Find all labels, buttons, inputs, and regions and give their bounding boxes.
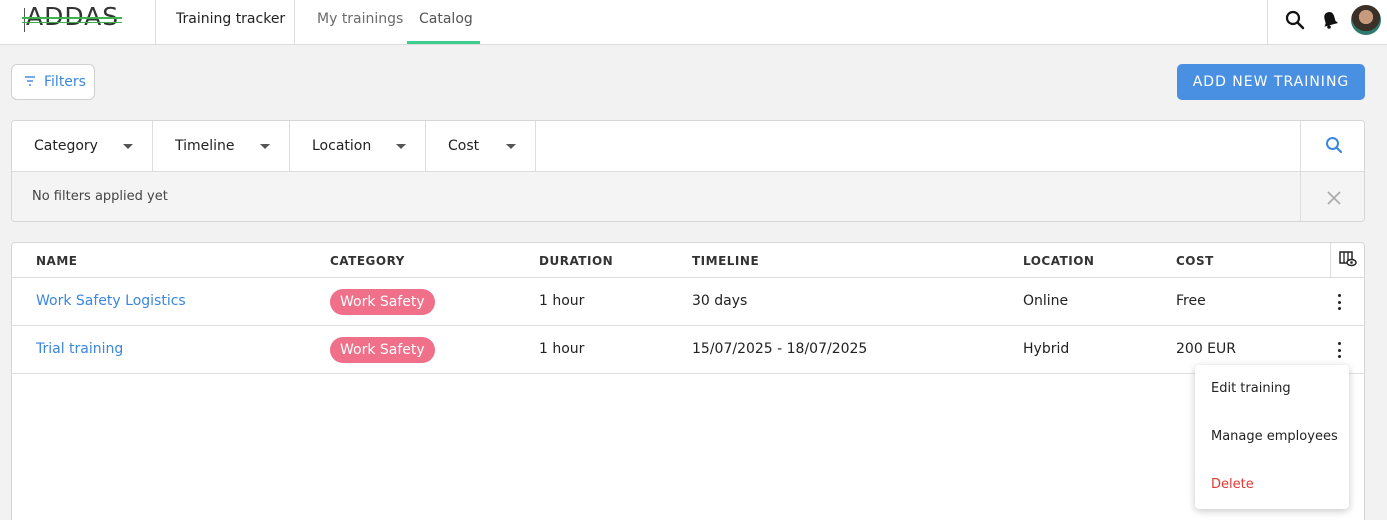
column-header-category[interactable]: CATEGORY xyxy=(330,254,405,268)
timeline-cell: 15/07/2025 - 18/07/2025 xyxy=(692,341,868,357)
tab-my-trainings[interactable]: My trainings xyxy=(317,11,403,27)
trainings-table: NAME CATEGORY DURATION TIMELINE LOCATION… xyxy=(11,242,1365,520)
filter-panel: Category Timeline Location Cost No filte… xyxy=(11,120,1365,222)
training-name-link[interactable]: Trial training xyxy=(36,341,123,357)
app-title: Training tracker xyxy=(176,11,286,27)
filter-row: Category Timeline Location Cost xyxy=(12,121,1364,172)
filter-status-text: No filters applied yet xyxy=(32,189,168,204)
add-new-training-button[interactable]: ADD NEW TRAINING xyxy=(1177,64,1365,100)
column-header-location[interactable]: LOCATION xyxy=(1023,254,1094,268)
column-header-name[interactable]: NAME xyxy=(36,254,77,268)
dropdown-label: Category xyxy=(34,138,98,154)
menu-item-manage-employees[interactable]: Manage employees xyxy=(1211,429,1338,444)
menu-item-edit-training[interactable]: Edit training xyxy=(1211,381,1291,396)
filter-search-button[interactable] xyxy=(1300,121,1364,172)
filters-button[interactable]: Filters xyxy=(11,64,95,100)
more-actions-icon[interactable] xyxy=(1332,340,1346,360)
location-dropdown[interactable]: Location xyxy=(290,121,426,172)
divider xyxy=(155,0,156,45)
chevron-down-icon xyxy=(260,144,270,149)
active-tab-indicator xyxy=(407,41,480,44)
menu-item-delete[interactable]: Delete xyxy=(1211,477,1254,492)
category-badge: Work Safety xyxy=(330,337,435,363)
chevron-down-icon xyxy=(123,144,133,149)
cost-dropdown[interactable]: Cost xyxy=(426,121,536,172)
chevron-down-icon xyxy=(396,144,406,149)
divider xyxy=(1267,0,1268,45)
chevron-down-icon xyxy=(506,144,516,149)
tab-catalog[interactable]: Catalog xyxy=(419,11,473,27)
search-icon[interactable] xyxy=(1284,8,1306,32)
filter-icon xyxy=(24,74,36,90)
dropdown-label: Location xyxy=(312,138,372,154)
filters-label: Filters xyxy=(44,74,86,90)
category-dropdown[interactable]: Category xyxy=(12,121,153,172)
duration-cell: 1 hour xyxy=(539,341,585,357)
timeline-cell: 30 days xyxy=(692,293,748,309)
dropdown-label: Cost xyxy=(448,138,480,154)
divider xyxy=(294,0,295,45)
more-actions-icon[interactable] xyxy=(1332,292,1346,312)
duration-cell: 1 hour xyxy=(539,293,585,309)
location-cell: Online xyxy=(1023,293,1069,309)
timeline-dropdown[interactable]: Timeline xyxy=(153,121,290,172)
column-header-timeline[interactable]: TIMELINE xyxy=(692,254,759,268)
training-name-link[interactable]: Work Safety Logistics xyxy=(36,293,186,309)
column-visibility-button[interactable] xyxy=(1330,243,1364,278)
close-icon xyxy=(1326,186,1341,210)
clear-filters-button[interactable] xyxy=(1300,172,1364,221)
table-row: Trial training Work Safety 1 hour 15/07/… xyxy=(12,326,1364,374)
column-header-cost[interactable]: COST xyxy=(1176,254,1214,268)
location-cell: Hybrid xyxy=(1023,341,1070,357)
avatar[interactable] xyxy=(1351,5,1381,35)
columns-eye-icon xyxy=(1338,250,1357,271)
logo[interactable]: ADDAS xyxy=(22,2,132,34)
column-header-duration[interactable]: DURATION xyxy=(539,254,613,268)
bell-icon[interactable] xyxy=(1319,8,1341,32)
search-icon xyxy=(1325,136,1343,158)
top-bar: ADDAS Training tracker My trainings Cata… xyxy=(0,0,1387,45)
filter-status-row: No filters applied yet xyxy=(12,172,1364,221)
category-badge: Work Safety xyxy=(330,289,435,315)
cost-cell: 200 EUR xyxy=(1176,341,1236,357)
row-actions-menu: Edit training Manage employees Delete xyxy=(1195,365,1349,509)
dropdown-label: Timeline xyxy=(175,138,235,154)
table-row: Work Safety Logistics Work Safety 1 hour… xyxy=(12,278,1364,326)
cost-cell: Free xyxy=(1176,293,1206,309)
table-header: NAME CATEGORY DURATION TIMELINE LOCATION… xyxy=(12,243,1364,278)
